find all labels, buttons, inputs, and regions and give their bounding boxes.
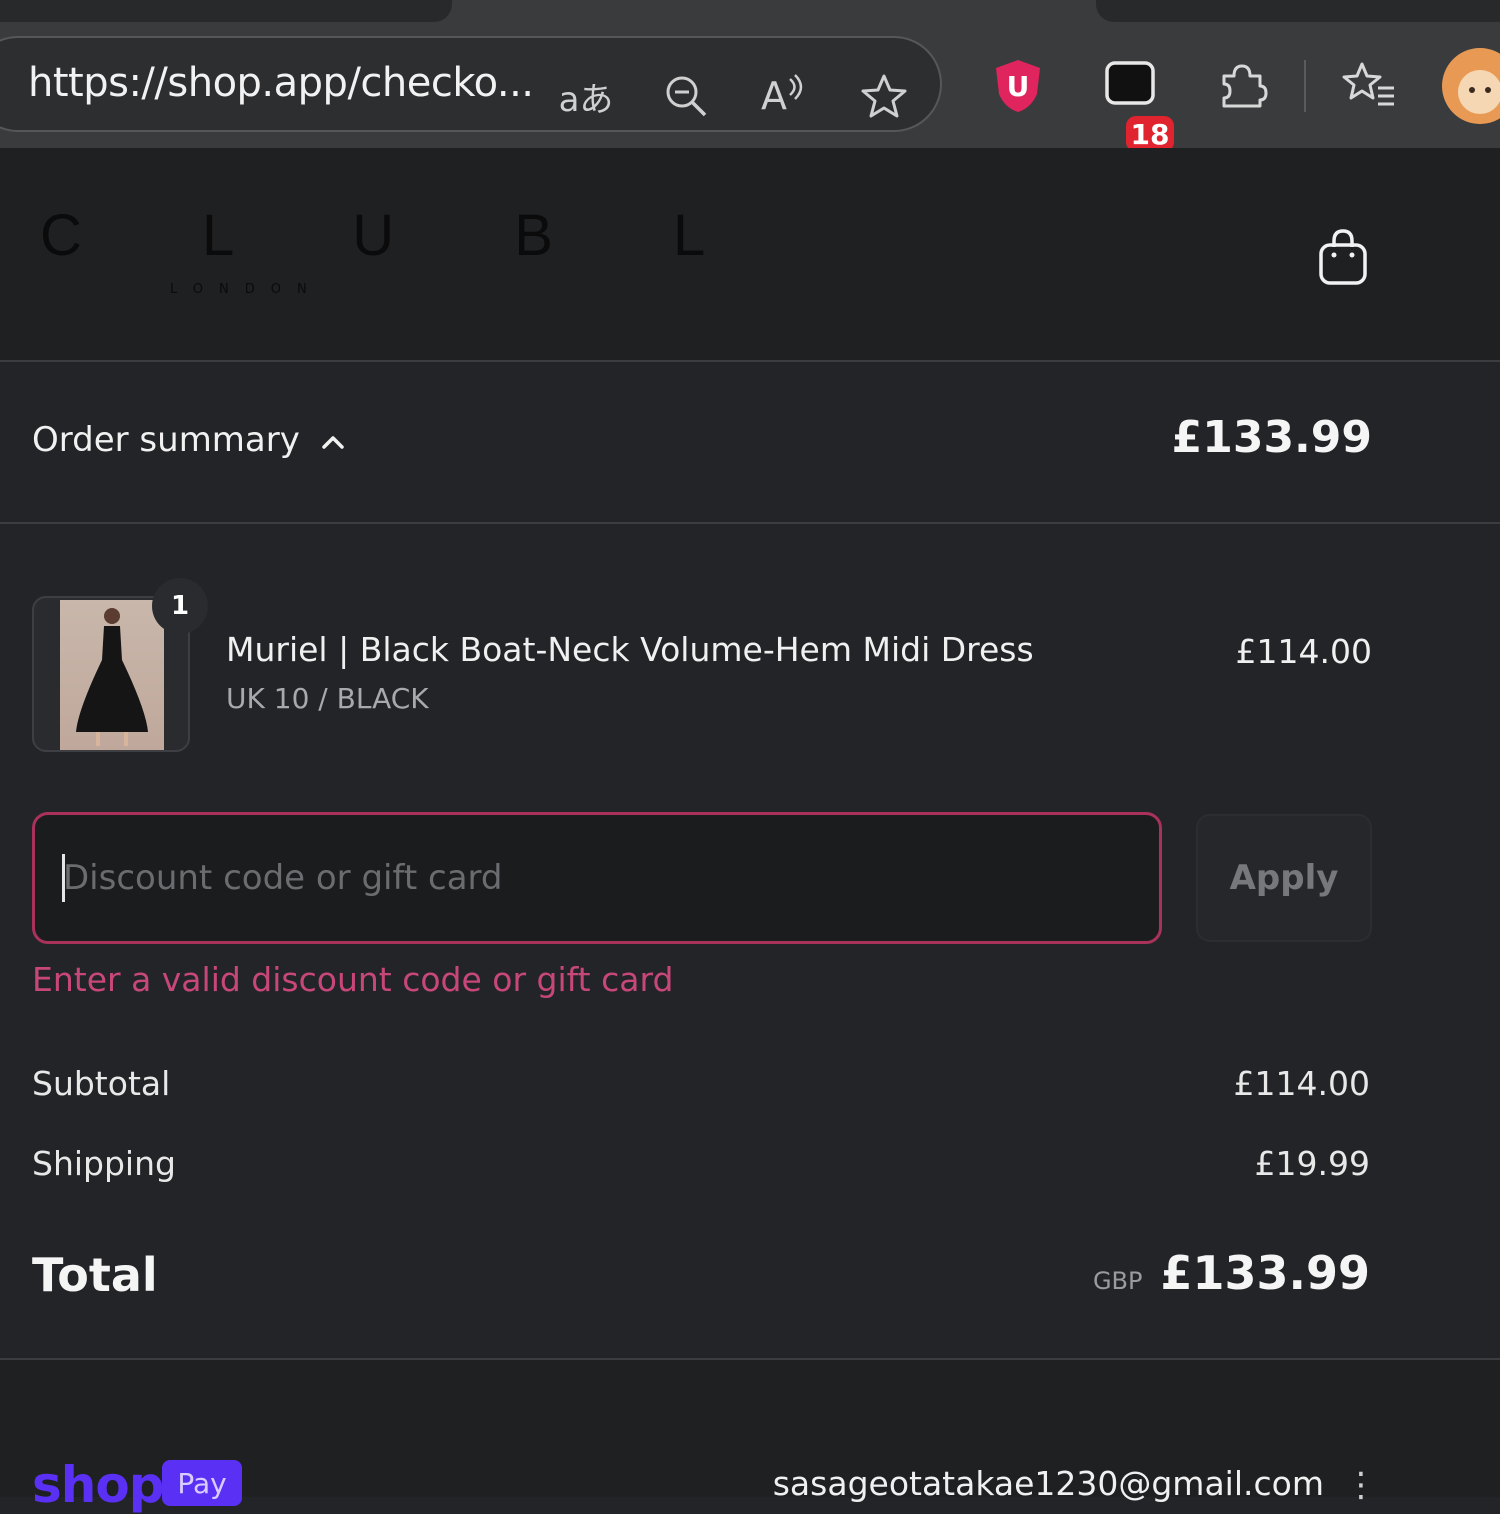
shipping-value: £19.99	[1254, 1144, 1370, 1183]
browser-tab[interactable]	[1096, 0, 1500, 22]
read-aloud-glyph: A	[761, 74, 787, 118]
tab-strip	[0, 0, 1500, 24]
extensions-puzzle-icon[interactable]	[1212, 54, 1272, 118]
ublock-icon[interactable]: U	[988, 54, 1048, 118]
zoom-out-icon[interactable]	[658, 68, 714, 124]
subtotal-value: £114.00	[1233, 1064, 1370, 1103]
shop-pay-bar: shop Pay sasageotatakae1230@gmail.com ⋮	[0, 1358, 1500, 1514]
product-image	[60, 600, 164, 750]
apply-discount-button[interactable]: Apply	[1196, 814, 1372, 942]
chevron-up-icon	[320, 420, 346, 460]
more-options-icon[interactable]: ⋮	[1344, 1468, 1378, 1510]
notification-badge: 18	[1126, 116, 1174, 152]
order-summary-toggle[interactable]: Order summary £133.99	[0, 362, 1500, 524]
quantity-badge: 1	[152, 578, 208, 634]
order-summary-label: Order summary	[32, 420, 300, 460]
address-bar[interactable]: https://shop.app/checko... aあ A	[0, 36, 942, 132]
shop-pay-logo: shop	[32, 1456, 164, 1514]
profile-avatar[interactable]	[1440, 46, 1500, 126]
store-header: C L U B L LONDON	[0, 148, 1500, 362]
total-amount: GBP £133.99	[1093, 1246, 1370, 1300]
browser-tab[interactable]	[0, 0, 452, 22]
shop-pay-pill: Pay	[162, 1460, 242, 1506]
discount-code-input[interactable]	[32, 812, 1162, 944]
shipping-label: Shipping	[32, 1144, 176, 1183]
currency-code: GBP	[1092, 1267, 1143, 1295]
ublock-letter: U	[1006, 69, 1030, 103]
text-caret	[62, 854, 65, 902]
total-label: Total	[32, 1248, 158, 1302]
product-title: Muriel | Black Boat-Neck Volume-Hem Midi…	[226, 630, 1034, 669]
favorites-icon[interactable]	[1340, 54, 1400, 118]
total-value: £133.99	[1160, 1246, 1370, 1300]
browser-toolbar: https://shop.app/checko... aあ A U 18	[0, 24, 1500, 152]
store-logo[interactable]: C L U B L	[40, 202, 757, 269]
translate-icon[interactable]: aあ	[558, 68, 614, 124]
read-aloud-icon[interactable]: A	[756, 68, 812, 124]
subtotal-label: Subtotal	[32, 1064, 171, 1103]
extension-badge-icon[interactable]	[1100, 54, 1160, 118]
product-variant: UK 10 / BLACK	[226, 682, 429, 715]
shop-pay-email: sasageotatakae1230@gmail.com	[772, 1464, 1324, 1503]
url-text[interactable]: https://shop.app/checko...	[28, 60, 534, 106]
order-summary-total: £133.99	[1171, 412, 1372, 463]
toolbar-divider	[1304, 60, 1306, 112]
favorite-star-icon[interactable]	[856, 68, 912, 124]
store-logo-subtitle: LONDON	[170, 282, 323, 297]
product-price: £114.00	[1235, 632, 1372, 671]
shopping-bag-icon[interactable]	[1310, 222, 1376, 292]
discount-error-message: Enter a valid discount code or gift card	[32, 960, 674, 999]
order-summary-label-wrap[interactable]: Order summary	[32, 420, 346, 460]
